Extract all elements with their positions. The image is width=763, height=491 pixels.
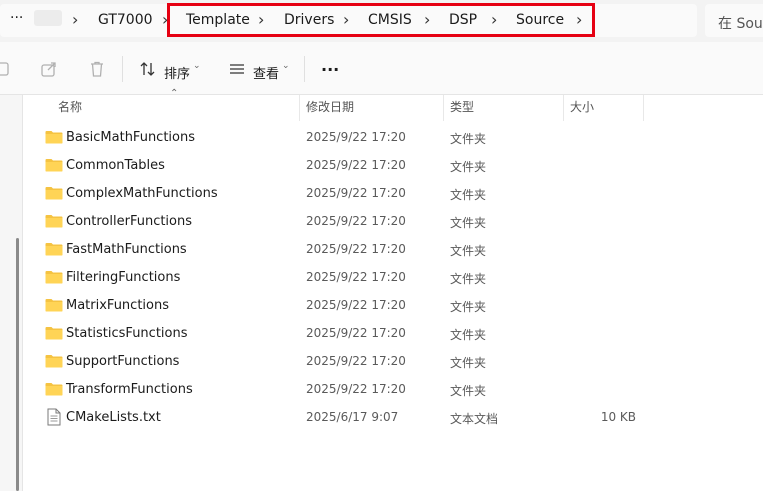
file-type: 文件夹 bbox=[450, 132, 487, 146]
file-type: 文件夹 bbox=[450, 216, 487, 230]
breadcrumb-blurred-item[interactable] bbox=[34, 10, 62, 26]
file-date: 2025/6/17 9:07 bbox=[306, 410, 399, 424]
file-name: FastMathFunctions bbox=[66, 242, 187, 257]
file-row[interactable]: CMakeLists.txt 2025/6/17 9:07 文本文档 10 KB bbox=[40, 404, 763, 432]
file-date: 2025/9/22 17:20 bbox=[306, 298, 406, 312]
toolbar-divider bbox=[122, 56, 123, 82]
file-date: 2025/9/22 17:20 bbox=[306, 326, 406, 340]
folder-icon bbox=[45, 271, 63, 284]
column-header-name[interactable]: 名称 bbox=[58, 98, 82, 115]
file-name: ControllerFunctions bbox=[66, 214, 193, 229]
sort-ascending-icon: ⌃ bbox=[170, 88, 179, 99]
navigation-pane[interactable] bbox=[0, 95, 23, 491]
file-date: 2025/9/22 17:20 bbox=[306, 354, 406, 368]
folder-icon bbox=[45, 131, 63, 144]
file-row[interactable]: ComplexMathFunctions 2025/9/22 17:20 文件夹 bbox=[40, 180, 763, 208]
address-bar: ··· › GT7000 › Template › Drivers › CMSI… bbox=[0, 0, 763, 42]
file-type: 文件夹 bbox=[450, 244, 487, 258]
folder-icon bbox=[45, 187, 63, 200]
more-options-button[interactable]: ··· bbox=[321, 60, 339, 79]
file-size: 10 KB bbox=[600, 410, 636, 424]
sort-icon[interactable] bbox=[139, 60, 157, 78]
file-type: 文件夹 bbox=[450, 384, 487, 398]
column-divider[interactable] bbox=[643, 95, 644, 121]
file-name: CMakeLists.txt bbox=[66, 410, 161, 425]
file-row[interactable]: FastMathFunctions 2025/9/22 17:20 文件夹 bbox=[40, 236, 763, 264]
breadcrumb-more-button[interactable]: ··· bbox=[10, 10, 23, 26]
file-date: 2025/9/22 17:20 bbox=[306, 158, 406, 172]
delete-icon[interactable] bbox=[88, 60, 106, 78]
column-divider[interactable] bbox=[563, 95, 564, 121]
file-row[interactable]: MatrixFunctions 2025/9/22 17:20 文件夹 bbox=[40, 292, 763, 320]
folder-icon bbox=[45, 159, 63, 172]
file-type: 文件夹 bbox=[450, 328, 487, 342]
file-type: 文件夹 bbox=[450, 300, 487, 314]
file-type: 文本文档 bbox=[450, 412, 499, 426]
column-header-type[interactable]: 类型 bbox=[450, 98, 474, 115]
view-icon[interactable] bbox=[228, 60, 246, 78]
folder-icon bbox=[45, 355, 63, 368]
folder-icon bbox=[45, 215, 63, 228]
view-button[interactable]: 查看 bbox=[253, 63, 279, 82]
search-box[interactable]: 在 Sour bbox=[705, 4, 763, 37]
search-placeholder: 在 Sour bbox=[718, 16, 763, 32]
file-name: StatisticsFunctions bbox=[66, 326, 188, 341]
file-name: MatrixFunctions bbox=[66, 298, 169, 313]
file-row[interactable]: SupportFunctions 2025/9/22 17:20 文件夹 bbox=[40, 348, 763, 376]
file-name: CommonTables bbox=[66, 158, 165, 173]
file-type: 文件夹 bbox=[450, 356, 487, 370]
file-name: SupportFunctions bbox=[66, 354, 180, 369]
file-name: TransformFunctions bbox=[66, 382, 193, 397]
file-name: BasicMathFunctions bbox=[66, 130, 196, 145]
text-file-icon bbox=[47, 408, 61, 426]
file-type: 文件夹 bbox=[450, 160, 487, 174]
file-name: ComplexMathFunctions bbox=[66, 186, 218, 201]
file-row[interactable]: BasicMathFunctions 2025/9/22 17:20 文件夹 bbox=[40, 124, 763, 152]
chevron-down-icon[interactable]: ⌄ bbox=[193, 61, 201, 71]
folder-icon bbox=[45, 327, 63, 340]
file-row[interactable]: FilteringFunctions 2025/9/22 17:20 文件夹 bbox=[40, 264, 763, 292]
sort-button[interactable]: 排序 bbox=[164, 63, 190, 82]
column-header-size[interactable]: 大小 bbox=[570, 98, 594, 115]
file-type: 文件夹 bbox=[450, 188, 487, 202]
chevron-right-icon[interactable]: › bbox=[72, 10, 78, 29]
file-row[interactable]: CommonTables 2025/9/22 17:20 文件夹 bbox=[40, 152, 763, 180]
file-date: 2025/9/22 17:20 bbox=[306, 186, 406, 200]
file-date: 2025/9/22 17:20 bbox=[306, 214, 406, 228]
highlight-box bbox=[167, 3, 595, 37]
chevron-down-icon[interactable]: ⌄ bbox=[282, 61, 290, 71]
share-icon[interactable] bbox=[40, 60, 58, 78]
folder-icon bbox=[45, 299, 63, 312]
file-name: FilteringFunctions bbox=[66, 270, 181, 285]
folder-icon bbox=[45, 243, 63, 256]
command-bar: 排序 ⌄ 查看 ⌄ ··· bbox=[0, 42, 763, 95]
file-row[interactable]: ControllerFunctions 2025/9/22 17:20 文件夹 bbox=[40, 208, 763, 236]
toolbar-divider bbox=[304, 56, 305, 82]
file-date: 2025/9/22 17:20 bbox=[306, 270, 406, 284]
file-date: 2025/9/22 17:20 bbox=[306, 130, 406, 144]
file-date: 2025/9/22 17:20 bbox=[306, 242, 406, 256]
rename-icon[interactable] bbox=[0, 60, 10, 78]
column-divider[interactable] bbox=[299, 95, 300, 121]
column-header-date[interactable]: 修改日期 bbox=[306, 98, 354, 115]
breadcrumb-gt7000[interactable]: GT7000 bbox=[98, 12, 153, 28]
file-row[interactable]: StatisticsFunctions 2025/9/22 17:20 文件夹 bbox=[40, 320, 763, 348]
folder-icon bbox=[45, 383, 63, 396]
file-date: 2025/9/22 17:20 bbox=[306, 382, 406, 396]
file-type: 文件夹 bbox=[450, 272, 487, 286]
scrollbar-thumb[interactable] bbox=[16, 238, 19, 491]
file-row[interactable]: TransformFunctions 2025/9/22 17:20 文件夹 bbox=[40, 376, 763, 404]
column-divider[interactable] bbox=[443, 95, 444, 121]
